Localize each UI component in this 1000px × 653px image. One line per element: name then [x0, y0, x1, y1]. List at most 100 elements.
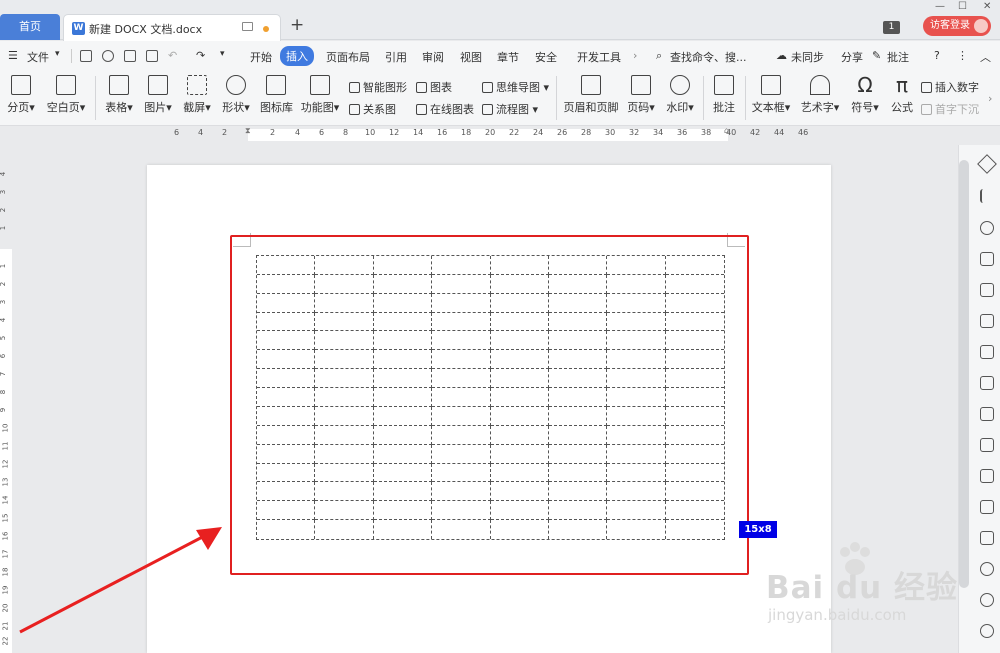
menu-start[interactable]: 开始	[250, 49, 272, 65]
dropcap-button[interactable]: 首字下沉	[921, 101, 979, 117]
export-icon[interactable]	[980, 438, 994, 452]
file-menu[interactable]: 文件	[27, 49, 49, 65]
minimize-icon[interactable]: —	[935, 1, 945, 12]
history-icon[interactable]	[980, 593, 994, 607]
image-gallery-icon[interactable]	[980, 407, 994, 421]
watermark-button[interactable]: 水印▾	[664, 70, 696, 115]
format-painter-icon[interactable]	[102, 50, 114, 62]
settings-sliders-icon[interactable]	[980, 376, 994, 390]
help-button[interactable]: ?	[934, 49, 940, 62]
online-chart-button[interactable]: 在线图表	[416, 101, 474, 117]
textbox-button[interactable]: 文本框▾	[751, 70, 791, 115]
menu-chapter[interactable]: 章节	[497, 49, 519, 65]
page-break-button[interactable]: 分页▾	[6, 70, 36, 115]
icon-library-button[interactable]: 图标库	[260, 70, 293, 115]
quick-access-dropdown-icon[interactable]: ▾	[220, 49, 225, 59]
ribbon-scroll-right-icon[interactable]: ›	[988, 92, 992, 105]
blank-page-button[interactable]: 空白页▾	[46, 70, 86, 115]
relation-chart-button[interactable]: 关系图	[349, 101, 396, 117]
chart-button[interactable]: 图表	[416, 79, 452, 95]
help-icon[interactable]	[980, 624, 994, 638]
right-indent-marker-icon[interactable]: ⌂	[724, 126, 729, 135]
function-chart-icon	[310, 75, 330, 95]
monitor-icon[interactable]	[242, 22, 253, 31]
mindmap-button[interactable]: 思维导图 ▾	[482, 79, 549, 95]
table-icon[interactable]	[980, 283, 994, 297]
indent-marker-icon[interactable]: ⧗	[245, 126, 251, 136]
comment-menu[interactable]: 批注	[887, 49, 909, 65]
function-chart-button[interactable]: 功能图▾	[300, 70, 340, 115]
sync-status[interactable]: 未同步	[791, 49, 824, 65]
print-icon[interactable]	[124, 50, 136, 62]
window-count-badge[interactable]: 1	[883, 21, 900, 34]
comment-icon: ✎	[872, 49, 882, 62]
menu-reference[interactable]: 引用	[385, 49, 407, 65]
translate-icon[interactable]	[980, 469, 994, 483]
picture-icon[interactable]	[980, 531, 994, 545]
ruler-tick: 11	[1, 441, 10, 451]
new-tab-button[interactable]: +	[290, 15, 304, 35]
screenshot-button[interactable]: 截屏▾	[182, 70, 212, 115]
wordart-button[interactable]: 艺术字▾	[799, 70, 841, 115]
menu-view[interactable]: 视图	[460, 49, 482, 65]
flowchart-button[interactable]: 流程图 ▾	[482, 101, 538, 117]
menu-insert[interactable]: 插入	[280, 46, 314, 66]
horizontal-ruler[interactable]: 6 4 2 2 4 6 8 10 12 14 16 18 20 22 24 26…	[0, 126, 958, 145]
watermark-text: Bai du 经验	[766, 570, 959, 606]
ruler-tick: 7	[0, 371, 8, 377]
grid-icon[interactable]	[980, 314, 994, 328]
archive-icon[interactable]	[980, 500, 994, 514]
chart-icon[interactable]	[980, 345, 994, 359]
maximize-icon[interactable]: ☐	[958, 1, 967, 12]
menu-page-layout[interactable]: 页面布局	[326, 49, 370, 65]
chevron-down-icon[interactable]: ▾	[55, 49, 60, 59]
redo-icon[interactable]: ↷	[196, 49, 205, 62]
ruler-tick: 10	[1, 423, 10, 433]
hamburger-icon[interactable]: ☰	[8, 49, 18, 62]
ruler-tick: 36	[677, 128, 688, 137]
annotate-button[interactable]: 批注	[710, 70, 738, 115]
picture-icon	[148, 75, 168, 95]
ruler-tick: 4	[0, 171, 8, 177]
watermark-icon	[670, 75, 690, 95]
collapse-ribbon-icon[interactable]: ︿	[980, 49, 991, 65]
save-icon[interactable]	[80, 50, 92, 62]
ruler-tick: 30	[605, 128, 616, 137]
vertical-scrollbar[interactable]	[959, 160, 969, 588]
ruler-tick: 6	[174, 128, 180, 137]
close-icon[interactable]: ✕	[983, 1, 991, 12]
tab-bar: 首页 W 新建 DOCX 文档.docx + 1 访客登录 — ☐ ✕	[0, 0, 1000, 41]
document-tab[interactable]: W 新建 DOCX 文档.docx	[63, 14, 281, 41]
picture-button[interactable]: 图片▾	[143, 70, 173, 115]
home-tab[interactable]: 首页	[0, 14, 60, 40]
style-icon[interactable]	[980, 252, 994, 266]
mindmap-icon	[482, 82, 493, 93]
header-footer-button[interactable]: 页眉和页脚	[563, 70, 619, 115]
command-search[interactable]: 查找命令、搜...	[670, 49, 747, 65]
share-button[interactable]: 分享	[841, 49, 863, 65]
pen-icon[interactable]	[977, 154, 997, 174]
insert-number-button[interactable]: 插入数字	[921, 79, 979, 95]
unsaved-dot-icon	[263, 26, 269, 32]
shape-button[interactable]: 形状▾	[221, 70, 251, 115]
document-tab-title: 新建 DOCX 文档.docx	[89, 23, 203, 36]
more-options-icon[interactable]: ⋮	[957, 49, 968, 62]
table-button[interactable]: 表格▾	[104, 70, 134, 115]
menu-dev-tools[interactable]: 开发工具	[577, 49, 621, 65]
menu-security[interactable]: 安全	[535, 49, 557, 65]
symbol-button[interactable]: Ω 符号▾	[850, 70, 880, 115]
bar-chart-icon	[416, 82, 427, 93]
smart-shape-button[interactable]: 智能图形	[349, 79, 407, 95]
ruler-tick: 2	[270, 128, 276, 137]
shape-icon[interactable]	[980, 221, 994, 235]
formula-button[interactable]: π 公式	[889, 70, 915, 115]
guest-login-button[interactable]: 访客登录	[923, 16, 991, 36]
download-icon[interactable]	[980, 562, 994, 576]
print-preview-icon[interactable]	[146, 50, 158, 62]
menu-more-arrow-icon[interactable]: ›	[633, 49, 637, 62]
select-cursor-icon[interactable]	[980, 189, 994, 203]
page-number-button[interactable]: 页码▾	[625, 70, 657, 115]
undo-icon[interactable]: ↶	[168, 49, 177, 62]
ruler-tick: 26	[557, 128, 568, 137]
menu-review[interactable]: 审阅	[422, 49, 444, 65]
